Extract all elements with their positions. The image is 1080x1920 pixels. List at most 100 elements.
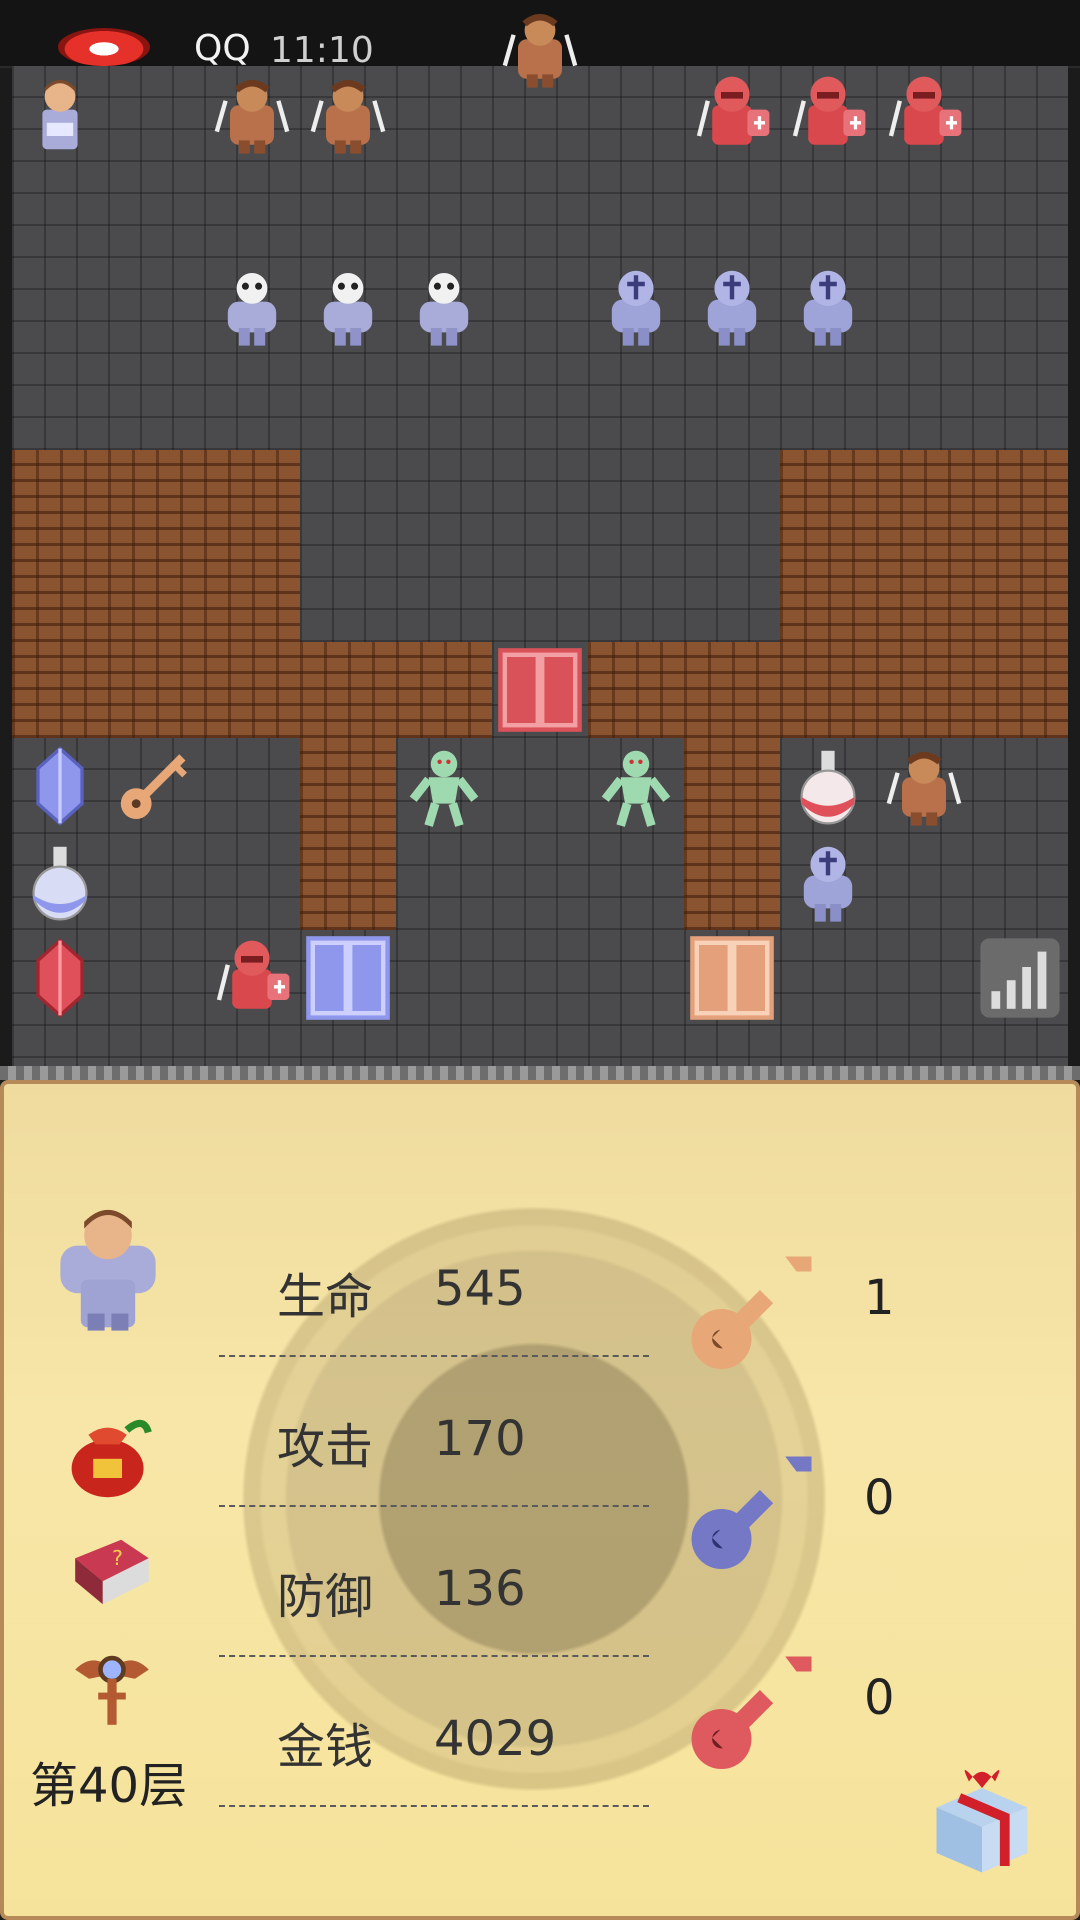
skeleton-sprite[interactable]	[204, 258, 300, 354]
floor-tile	[12, 354, 108, 450]
floor-tile	[876, 354, 972, 450]
barbarian-sprite[interactable]	[300, 66, 396, 162]
floor-tile	[588, 450, 684, 546]
yellow-key-sprite[interactable]	[108, 738, 204, 834]
wall-tile	[684, 834, 780, 930]
signal-icon[interactable]	[972, 930, 1068, 1026]
floor-tile	[684, 354, 780, 450]
floor-tile	[492, 930, 588, 1026]
red-knight-sprite[interactable]	[876, 66, 972, 162]
floor-tile	[300, 546, 396, 642]
barbarian-sprite[interactable]	[204, 66, 300, 162]
floor-tile	[492, 834, 588, 930]
blue-knight-sprite[interactable]	[588, 258, 684, 354]
red-gem-sprite[interactable]	[12, 930, 108, 1026]
qq-logo-icon	[58, 28, 150, 66]
barbarian-sprite[interactable]	[492, 0, 588, 96]
wall-tile	[780, 450, 876, 546]
zombie-sprite[interactable]	[588, 738, 684, 834]
floor-tile	[108, 162, 204, 258]
floor-tile	[204, 354, 300, 450]
floor-tile	[876, 930, 972, 1026]
item-bag-icon[interactable]	[60, 1404, 160, 1504]
floor-tile	[588, 66, 684, 162]
floor-tile	[204, 162, 300, 258]
barbarian-sprite[interactable]	[876, 738, 972, 834]
floor-tile	[492, 450, 588, 546]
def-value: 136	[434, 1561, 526, 1617]
wall-tile	[300, 834, 396, 930]
floor-tile	[972, 162, 1068, 258]
gold-label: 金钱	[277, 1719, 374, 1775]
wall-tile	[300, 738, 396, 834]
fly-wand-icon[interactable]	[64, 1640, 160, 1736]
stat-row-atk: 攻击 170	[219, 1355, 649, 1507]
monster-book-icon[interactable]: ?	[64, 1524, 160, 1620]
wall-tile	[780, 546, 876, 642]
wall-tile	[684, 738, 780, 834]
floor-tile	[972, 738, 1068, 834]
gift-box-icon[interactable]	[912, 1744, 1052, 1884]
hp-label: 生命	[277, 1269, 374, 1325]
wall-tile	[108, 546, 204, 642]
skeleton-sprite[interactable]	[396, 258, 492, 354]
floor-tile	[300, 354, 396, 450]
wall-tile	[108, 642, 204, 738]
floor-tile	[972, 66, 1068, 162]
wall-tile	[300, 642, 396, 738]
floor-tile	[12, 162, 108, 258]
red-door-sprite[interactable]	[492, 642, 588, 738]
hero-icon	[38, 1196, 178, 1336]
hero-sprite[interactable]	[12, 66, 108, 162]
floor-tile	[108, 834, 204, 930]
floor-tile	[588, 354, 684, 450]
status-app-name: QQ	[194, 28, 251, 69]
blue-door-sprite[interactable]	[300, 930, 396, 1026]
wall-tile	[12, 642, 108, 738]
floor-label: 第40层	[30, 1758, 188, 1814]
yellow-door-sprite[interactable]	[684, 930, 780, 1026]
stat-row-def: 防御 136	[219, 1505, 649, 1657]
floor-tile	[780, 930, 876, 1026]
wall-tile	[204, 546, 300, 642]
floor-tile	[684, 162, 780, 258]
zombie-sprite[interactable]	[396, 738, 492, 834]
wall-tile	[876, 642, 972, 738]
floor-tile	[396, 162, 492, 258]
yellow-key-count: 1	[864, 1270, 895, 1326]
wall-tile	[876, 450, 972, 546]
red-knight-sprite[interactable]	[780, 66, 876, 162]
floor-tile	[492, 258, 588, 354]
blue-gem-sprite[interactable]	[12, 738, 108, 834]
blue-knight-sprite[interactable]	[780, 258, 876, 354]
svg-text:?: ?	[112, 1546, 123, 1570]
red-knight-sprite[interactable]	[204, 930, 300, 1026]
floor-tile	[396, 834, 492, 930]
floor-tile	[780, 354, 876, 450]
floor-tile	[396, 930, 492, 1026]
floor-tile	[684, 450, 780, 546]
wall-tile	[12, 546, 108, 642]
skeleton-sprite[interactable]	[300, 258, 396, 354]
blue-knight-sprite[interactable]	[684, 258, 780, 354]
blue-potion-sprite[interactable]	[12, 834, 108, 930]
game-board[interactable]	[12, 13, 1068, 1122]
floor-tile	[396, 66, 492, 162]
red-potion-sprite[interactable]	[780, 738, 876, 834]
gold-value: 4029	[434, 1711, 557, 1767]
floor-tile	[108, 930, 204, 1026]
def-label: 防御	[277, 1569, 374, 1625]
red-knight-sprite[interactable]	[684, 66, 780, 162]
floor-tile	[588, 834, 684, 930]
floor-tile	[300, 162, 396, 258]
floor-tile	[492, 354, 588, 450]
floor-tile	[972, 834, 1068, 930]
blue-key-icon	[684, 1434, 834, 1584]
wall-tile	[108, 450, 204, 546]
stat-row-gold: 金钱 4029	[219, 1655, 649, 1807]
floor-tile	[684, 546, 780, 642]
blue-knight-sprite[interactable]	[780, 834, 876, 930]
floor-tile	[588, 162, 684, 258]
board-border	[0, 1066, 1080, 1080]
hp-value: 545	[434, 1261, 526, 1317]
